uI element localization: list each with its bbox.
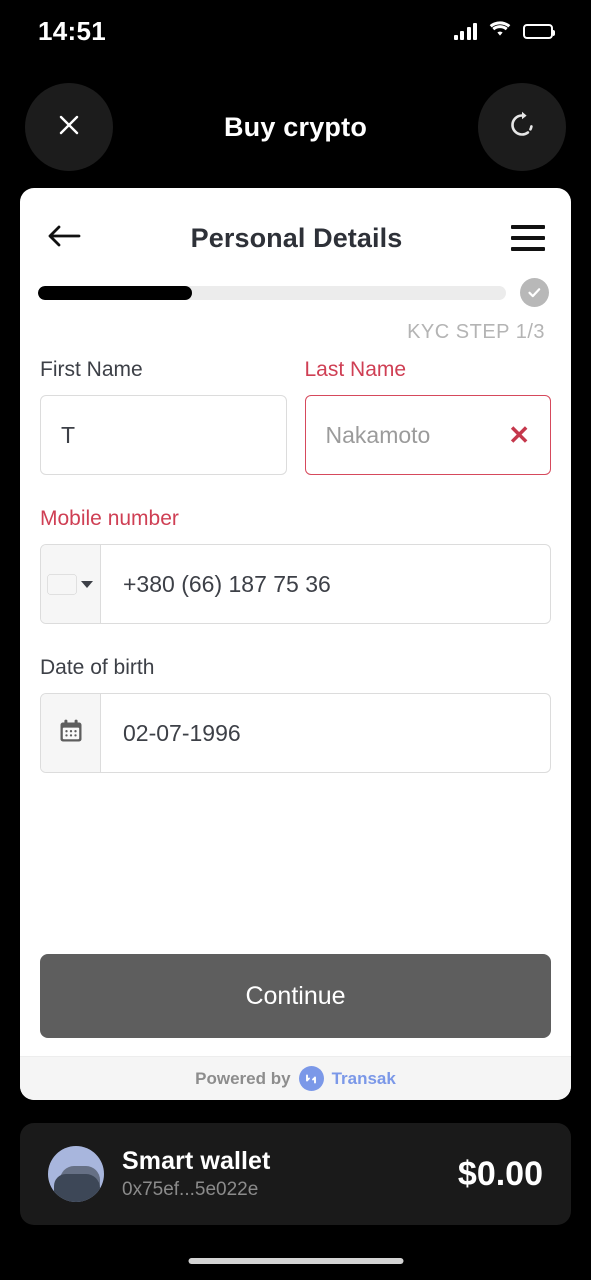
powered-by-footer: Powered by Transak: [20, 1056, 571, 1100]
check-circle-icon: [520, 278, 549, 307]
clear-x-icon[interactable]: ✕: [508, 420, 530, 451]
date-of-birth-label: Date of birth: [40, 656, 155, 679]
kyc-progress: [20, 266, 571, 307]
battery-icon: [523, 23, 555, 39]
date-of-birth-value: 02-07-1996: [123, 719, 241, 746]
personal-details-form: First Name T Last Name Nakamoto ✕ Mobile…: [20, 344, 571, 773]
hamburger-menu-icon: [510, 225, 545, 251]
refresh-icon: [507, 110, 537, 145]
progress-track: [38, 285, 506, 300]
close-button[interactable]: [25, 83, 113, 171]
last-name-value: Nakamoto: [325, 421, 431, 448]
cellular-signal-icon: [453, 22, 477, 40]
first-name-label: First Name: [40, 358, 143, 381]
form-spacer: [20, 773, 571, 954]
kyc-card: Personal Details KYC STEP 1/3 First Name…: [20, 188, 571, 1100]
card-title: Personal Details: [190, 222, 403, 253]
kyc-step-label: KYC STEP 1/3: [407, 321, 545, 343]
back-button[interactable]: [46, 223, 82, 254]
wallet-info: Smart wallet 0x75ef...5e022e: [122, 1147, 270, 1201]
date-of-birth-input[interactable]: 02-07-1996: [40, 693, 551, 773]
last-name-field: Last Name Nakamoto ✕: [304, 358, 551, 475]
mobile-number-input[interactable]: +380 (66) 187 75 36: [40, 544, 551, 624]
status-bar: 14:51: [0, 0, 591, 62]
page-title: Buy crypto: [223, 111, 368, 142]
country-selector[interactable]: [41, 545, 101, 623]
mobile-number-field: Mobile number +380 (66) 187 75 36: [40, 507, 551, 624]
wallet-address: 0x75ef...5e022e: [122, 1179, 259, 1200]
wallet-name: Smart wallet: [122, 1147, 271, 1175]
back-arrow-icon: [46, 225, 82, 253]
first-name-field: First Name T: [40, 358, 287, 475]
wallet-avatar-icon: [48, 1146, 104, 1202]
first-name-input[interactable]: T: [40, 395, 287, 475]
ukraine-flag-icon: [48, 575, 76, 594]
wifi-icon: [488, 20, 512, 43]
powered-by-label: Powered by: [195, 1068, 291, 1088]
card-header: Personal Details: [20, 188, 571, 266]
mobile-number-value: +380 (66) 187 75 36: [123, 570, 331, 597]
phone-screen: 14:51 Buy crypto Personal Details KYC ST…: [0, 0, 591, 1280]
home-indicator: [188, 1258, 403, 1264]
transak-brand-label: Transak: [331, 1068, 396, 1088]
hamburger-menu-button[interactable]: [510, 225, 545, 251]
progress-fill: [38, 285, 193, 300]
wallet-bar[interactable]: Smart wallet 0x75ef...5e022e $0.00: [20, 1123, 571, 1225]
calendar-button[interactable]: [41, 694, 101, 772]
transak-logo-icon: [298, 1066, 324, 1091]
refresh-button[interactable]: [478, 83, 566, 171]
first-name-value: T: [61, 421, 76, 448]
last-name-label: Last Name: [304, 358, 407, 381]
last-name-input[interactable]: Nakamoto ✕: [304, 395, 551, 475]
status-bar-icons: [453, 20, 555, 43]
close-icon: [56, 112, 82, 143]
continue-button-wrap: Continue: [20, 954, 571, 1056]
calendar-icon: [57, 717, 85, 750]
chevron-down-icon: [81, 580, 93, 588]
top-nav-bar: Buy crypto: [0, 83, 591, 171]
name-fields-row: First Name T Last Name Nakamoto ✕: [40, 358, 551, 475]
wallet-balance: $0.00: [457, 1154, 543, 1193]
continue-button[interactable]: Continue: [40, 954, 551, 1038]
date-of-birth-field: Date of birth 02-07-1996: [40, 656, 551, 773]
mobile-number-label: Mobile number: [40, 507, 179, 530]
status-bar-time: 14:51: [38, 15, 106, 46]
